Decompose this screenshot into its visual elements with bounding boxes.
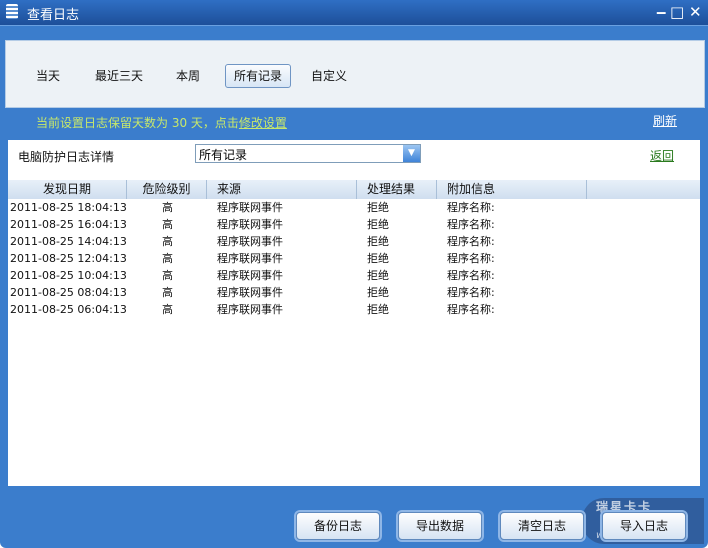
refresh-link[interactable]: 刷新	[653, 112, 677, 129]
column-header-empty	[587, 180, 700, 199]
cell-source: 程序联网事件	[217, 303, 283, 316]
table-row[interactable]: 2011-08-25 06:04:13 高 程序联网事件 拒绝 程序名称:	[8, 301, 700, 318]
tab-all-records[interactable]: 所有记录	[225, 64, 292, 88]
cell-date: 2011-08-25 06:04:13	[10, 303, 127, 316]
notice-text: 当前设置日志保留天数为 30 天，点击	[36, 116, 239, 130]
table-row[interactable]: 2011-08-25 10:04:13 高 程序联网事件 拒绝 程序名称:	[8, 267, 700, 284]
export-data-button[interactable]: 导出数据	[398, 512, 482, 540]
title-bar[interactable]: 查看日志 ‒ □ ✕	[0, 0, 708, 26]
cell-info: 程序名称:	[447, 252, 495, 265]
cell-source: 程序联网事件	[217, 218, 283, 231]
cell-risk: 高	[162, 235, 173, 248]
table-row[interactable]: 2011-08-25 08:04:13 高 程序联网事件 拒绝 程序名称:	[8, 284, 700, 301]
clear-log-button[interactable]: 清空日志	[500, 512, 584, 540]
tab-today[interactable]: 当天	[28, 65, 68, 87]
cell-date: 2011-08-25 10:04:13	[10, 269, 127, 282]
cell-date: 2011-08-25 14:04:13	[10, 235, 127, 248]
cell-result: 拒绝	[367, 269, 389, 282]
table-row[interactable]: 2011-08-25 16:04:13 高 程序联网事件 拒绝 程序名称:	[8, 216, 700, 233]
cell-source: 程序联网事件	[217, 286, 283, 299]
tab-this-week[interactable]: 本周	[168, 65, 208, 87]
cell-result: 拒绝	[367, 201, 389, 214]
tab-last-three-days[interactable]: 最近三天	[87, 65, 151, 87]
cell-date: 2011-08-25 08:04:13	[10, 286, 127, 299]
column-header-source[interactable]: 来源	[207, 180, 357, 199]
close-button[interactable]: ✕	[689, 3, 702, 21]
cell-risk: 高	[162, 252, 173, 265]
filter-value: 所有记录	[199, 148, 248, 162]
cell-result: 拒绝	[367, 286, 389, 299]
cell-result: 拒绝	[367, 252, 389, 265]
cell-risk: 高	[162, 201, 173, 214]
table-row[interactable]: 2011-08-25 14:04:13 高 程序联网事件 拒绝 程序名称:	[8, 233, 700, 250]
maximize-button[interactable]: □	[670, 3, 684, 21]
cell-source: 程序联网事件	[217, 269, 283, 282]
cell-result: 拒绝	[367, 235, 389, 248]
cell-source: 程序联网事件	[217, 235, 283, 248]
log-viewer-window: 查看日志 ‒ □ ✕ 当天 最近三天 本周 所有记录 自定义 当前设置日志保留天…	[0, 0, 708, 548]
log-detail-panel: 电脑防护日志详情 所有记录 ▼ 返回 发现日期 危险级别 来源 处理结果 附加信息…	[8, 140, 700, 486]
cell-date: 2011-08-25 18:04:13	[10, 201, 127, 214]
window-title: 查看日志	[27, 8, 80, 23]
back-link[interactable]: 返回	[650, 147, 674, 164]
cell-risk: 高	[162, 218, 173, 231]
cell-result: 拒绝	[367, 303, 389, 316]
cell-info: 程序名称:	[447, 218, 495, 231]
backup-log-button[interactable]: 备份日志	[296, 512, 380, 540]
chevron-down-icon[interactable]: ▼	[403, 145, 420, 162]
column-header-risk[interactable]: 危险级别	[127, 180, 207, 199]
column-header-result[interactable]: 处理结果	[357, 180, 437, 199]
modify-settings-link[interactable]: 修改设置	[239, 116, 287, 130]
cell-risk: 高	[162, 303, 173, 316]
cell-info: 程序名称:	[447, 201, 495, 214]
cell-info: 程序名称:	[447, 303, 495, 316]
app-icon	[6, 4, 18, 19]
cell-date: 2011-08-25 12:04:13	[10, 252, 127, 265]
detail-label: 电脑防护日志详情	[18, 150, 115, 164]
column-header-date[interactable]: 发现日期	[8, 180, 127, 199]
table-header: 发现日期 危险级别 来源 处理结果 附加信息	[8, 180, 700, 199]
table-row[interactable]: 2011-08-25 12:04:13 高 程序联网事件 拒绝 程序名称:	[8, 250, 700, 267]
import-log-button[interactable]: 导入日志	[602, 512, 686, 540]
cell-source: 程序联网事件	[217, 252, 283, 265]
retention-notice: 当前设置日志保留天数为 30 天，点击修改设置	[36, 114, 287, 131]
column-header-info[interactable]: 附加信息	[437, 180, 587, 199]
time-range-panel: 当天 最近三天 本周 所有记录 自定义	[5, 40, 705, 108]
cell-info: 程序名称:	[447, 235, 495, 248]
filter-select[interactable]: 所有记录 ▼	[195, 144, 421, 163]
cell-result: 拒绝	[367, 218, 389, 231]
table-row[interactable]: 2011-08-25 18:04:13 高 程序联网事件 拒绝 程序名称:	[8, 199, 700, 216]
minimize-button[interactable]: ‒	[656, 3, 666, 21]
cell-source: 程序联网事件	[217, 201, 283, 214]
cell-risk: 高	[162, 269, 173, 282]
cell-risk: 高	[162, 286, 173, 299]
cell-info: 程序名称:	[447, 286, 495, 299]
tab-custom[interactable]: 自定义	[303, 65, 355, 87]
cell-info: 程序名称:	[447, 269, 495, 282]
cell-date: 2011-08-25 16:04:13	[10, 218, 127, 231]
